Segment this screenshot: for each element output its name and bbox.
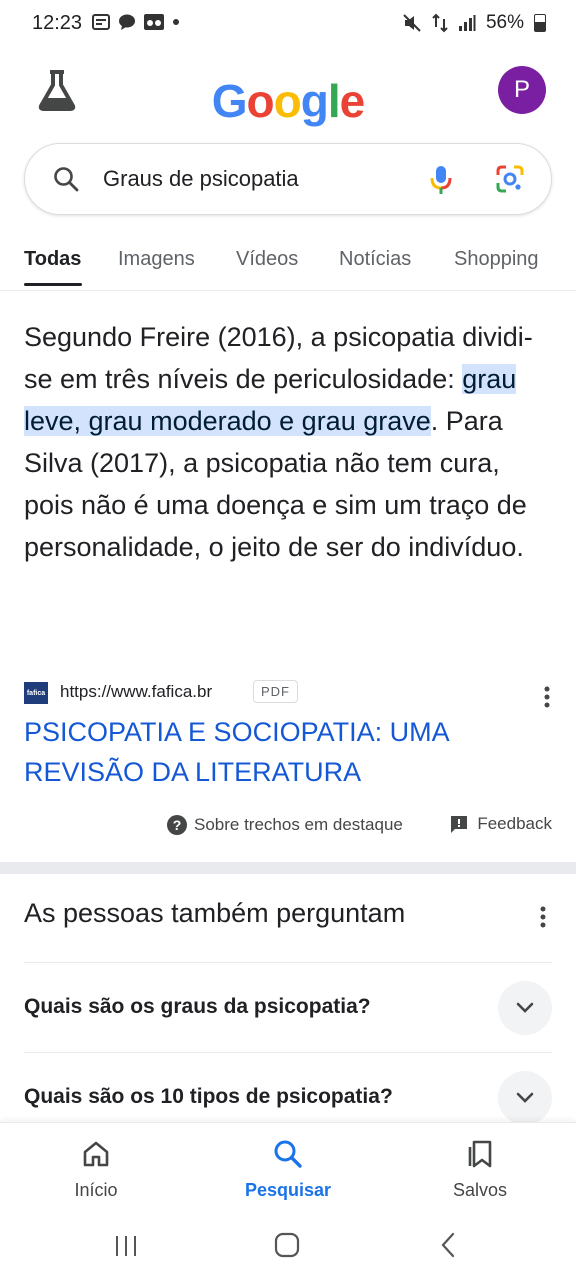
data-transfer-icon	[432, 13, 448, 33]
back-icon[interactable]	[440, 1232, 456, 1258]
logo-letter: o	[246, 75, 275, 127]
feedback-button[interactable]: Feedback	[449, 814, 552, 834]
top-bar: Google P	[0, 58, 576, 138]
account-avatar[interactable]: P	[498, 66, 546, 114]
chevron-down-icon	[516, 1092, 534, 1103]
paa-more-options-icon[interactable]	[540, 906, 546, 928]
home-button-icon[interactable]	[274, 1232, 300, 1258]
system-status-icons: 56%	[402, 12, 546, 34]
favicon-text: fafica	[26, 689, 46, 697]
notification-icons	[92, 14, 180, 30]
tab-shopping[interactable]: Shopping	[454, 248, 539, 271]
system-nav-bar	[0, 1214, 576, 1280]
logo-letter: e	[339, 75, 366, 127]
nav-home[interactable]: Início	[26, 1139, 166, 1201]
google-logo: Google	[0, 74, 576, 128]
status-bar: 12:23 56%	[0, 0, 576, 48]
feedback-icon	[451, 816, 468, 833]
battery-icon	[534, 14, 546, 32]
nav-search-label: Pesquisar	[244, 1180, 332, 1200]
search-icon	[54, 167, 79, 192]
nav-home-label: Início	[74, 1180, 118, 1200]
source-url[interactable]: https://www.fafica.br	[60, 682, 212, 702]
home-icon	[83, 1141, 109, 1167]
logo-letter: g	[300, 75, 329, 127]
about-featured-label: Sobre trechos em destaque	[194, 815, 403, 834]
search-icon	[274, 1140, 302, 1168]
active-tab-indicator	[24, 283, 82, 286]
news-notification-icon	[92, 14, 110, 30]
section-divider	[0, 862, 576, 874]
expand-button[interactable]	[498, 981, 552, 1035]
feedback-label: Feedback	[477, 814, 552, 833]
microphone-icon[interactable]	[429, 164, 453, 196]
paa-heading: As pessoas também perguntam	[24, 898, 406, 928]
bottom-navigation: Início Pesquisar Salvos	[0, 1122, 576, 1215]
logo-letter: o	[273, 75, 302, 127]
chevron-down-icon	[516, 1002, 534, 1013]
paa-question[interactable]: Quais são os graus da psicopatia?	[24, 962, 552, 1053]
tab-todas[interactable]: Todas	[24, 248, 81, 271]
nav-search[interactable]: Pesquisar	[218, 1139, 358, 1201]
more-notifications-dot-icon	[173, 19, 179, 25]
battery-percent: 56%	[485, 12, 524, 33]
google-lens-icon[interactable]	[495, 164, 525, 194]
tab-imagens[interactable]: Imagens	[118, 248, 195, 271]
tab-videos[interactable]: Vídeos	[236, 248, 298, 271]
search-query[interactable]: Graus de psicopatia	[103, 166, 299, 192]
signal-icon	[458, 15, 476, 31]
about-featured-snippets-link[interactable]: ? Sobre trechos em destaque	[166, 814, 403, 836]
tab-noticias[interactable]: Notícias	[339, 248, 411, 271]
bookmarks-icon	[468, 1140, 492, 1168]
status-time: 12:23	[32, 12, 83, 34]
search-box[interactable]: Graus de psicopatia	[24, 143, 552, 215]
voicemail-notification-icon	[144, 14, 164, 30]
logo-letter: G	[211, 75, 248, 127]
logo-letter: l	[327, 75, 341, 127]
result-title-link[interactable]: PSICOPATIA E SOCIOPATIA: UMA REVISÃO DA …	[24, 712, 544, 792]
pdf-badge: PDF	[253, 680, 298, 703]
svg-text:?: ?	[173, 817, 182, 833]
paa-question-text[interactable]: Quais são os 10 tipos de psicopatia?	[24, 1085, 393, 1109]
snippet-source[interactable]: fafica https://www.fafica.br PDF	[24, 680, 554, 708]
recent-apps-icon[interactable]	[114, 1234, 138, 1258]
expand-button[interactable]	[498, 1071, 552, 1125]
snippet-footer: ? Sobre trechos em destaque Feedback	[0, 812, 576, 842]
site-favicon-icon: fafica	[24, 682, 48, 704]
featured-snippet-text: Segundo Freire (2016), a psicopatia divi…	[24, 316, 554, 568]
help-icon: ?	[167, 815, 187, 835]
search-tabs: Todas Imagens Vídeos Notícias Shopping	[0, 240, 576, 291]
more-options-icon[interactable]	[544, 686, 550, 708]
chat-notification-icon	[119, 14, 135, 30]
nav-saved-label: Salvos	[452, 1180, 508, 1200]
mute-icon	[403, 14, 421, 32]
nav-saved[interactable]: Salvos	[410, 1139, 550, 1201]
snippet-text-before: Segundo Freire (2016), a psicopatia divi…	[24, 322, 533, 394]
paa-question-text[interactable]: Quais são os graus da psicopatia?	[24, 995, 371, 1019]
